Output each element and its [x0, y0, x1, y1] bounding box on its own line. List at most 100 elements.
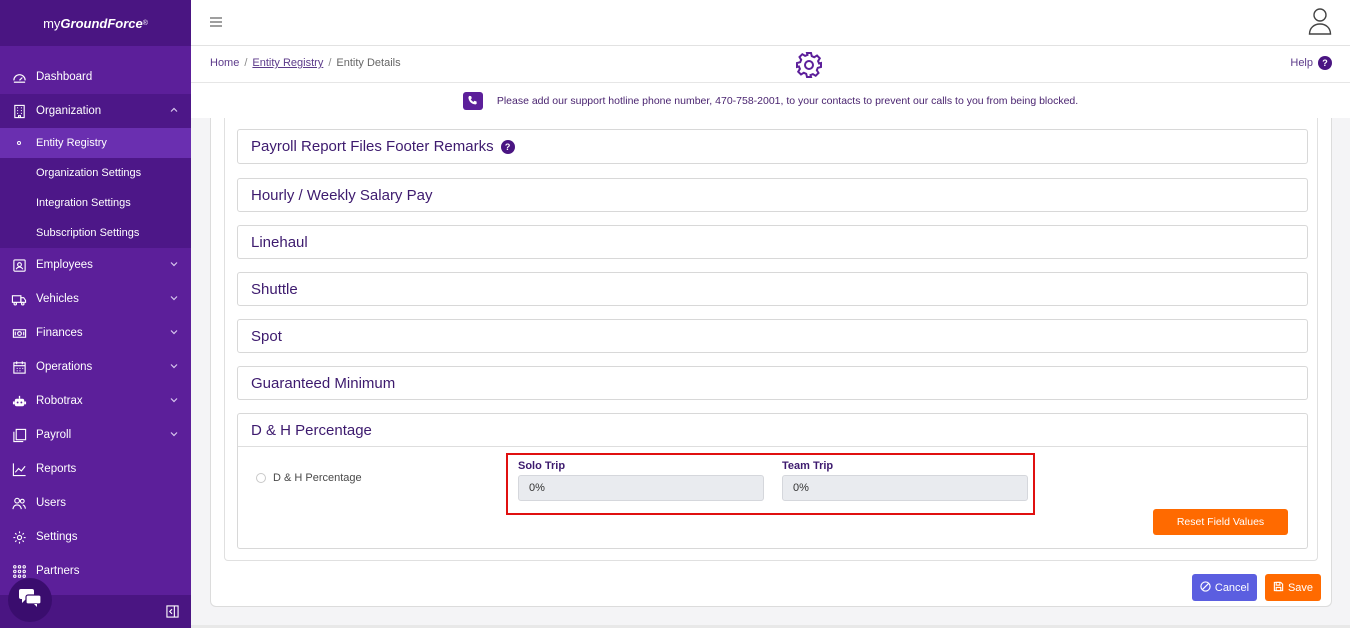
sidebar-item-label: Payroll	[36, 429, 72, 441]
sidebar-item-label: Robotrax	[36, 395, 83, 407]
breadcrumb-home[interactable]: Home	[210, 57, 239, 69]
robot-icon	[11, 393, 27, 409]
dashboard-icon	[11, 69, 27, 85]
cancel-label: Cancel	[1214, 581, 1250, 594]
logo-brand: GroundForce	[60, 15, 143, 31]
section-linehaul[interactable]: Linehaul	[237, 225, 1308, 259]
breadcrumb-entity-registry[interactable]: Entity Registry	[252, 57, 323, 69]
sidebar-item-robotrax[interactable]: Robotrax	[0, 384, 191, 418]
dh-percentage-option[interactable]: D & H Percentage	[256, 472, 362, 484]
calendar-icon	[11, 359, 27, 375]
entity-settings-panel: Payroll Report Files Footer Remarks ? Ho…	[224, 118, 1318, 561]
sidebar-item-settings[interactable]: Settings	[0, 520, 191, 554]
chevron-down-icon	[169, 327, 179, 340]
dh-percentage-radio-label: D & H Percentage	[273, 472, 362, 484]
support-notice: Please add our support hotline phone num…	[191, 83, 1350, 118]
menu-icon[interactable]	[210, 14, 222, 31]
chevron-down-icon	[169, 429, 179, 442]
breadcrumb-bar: Home / Entity Registry / Entity Details Help…	[191, 46, 1350, 83]
chat-widget-button[interactable]	[8, 578, 52, 622]
highlight-annotation-box: Solo Trip 0% Team Trip 0%	[506, 453, 1035, 515]
section-guaranteed-minimum[interactable]: Guaranteed Minimum	[237, 366, 1308, 400]
sidebar-subitem-organization-settings[interactable]: Organization Settings	[0, 158, 191, 188]
help-icon[interactable]: ?	[500, 139, 515, 154]
sidebar-item-organization[interactable]: Organization	[0, 94, 191, 128]
section-payroll-footer-remarks[interactable]: Payroll Report Files Footer Remarks ?	[237, 129, 1308, 164]
section-title-text: Payroll Report Files Footer Remarks	[251, 138, 494, 155]
app-logo[interactable]: my GroundForce ®	[0, 0, 191, 46]
money-icon	[11, 325, 27, 341]
save-button[interactable]: Save	[1265, 574, 1321, 601]
sidebar-item-employees[interactable]: Employees	[0, 248, 191, 282]
chevron-up-icon	[169, 105, 179, 118]
sidebar-item-label: Partners	[36, 565, 80, 577]
section-title: Payroll Report Files Footer Remarks ?	[251, 138, 515, 155]
section-spot[interactable]: Spot	[237, 319, 1308, 353]
chevron-down-icon	[169, 395, 179, 408]
sidebar-item-label: Settings	[36, 531, 78, 543]
user-profile-icon[interactable]	[1308, 7, 1332, 40]
reset-field-values-button[interactable]: Reset Field Values	[1153, 509, 1288, 535]
sidebar-subitem-subscription-settings[interactable]: Subscription Settings	[0, 218, 191, 248]
copy-icon	[11, 427, 27, 443]
help-link[interactable]: Help ?	[1290, 56, 1332, 70]
section-hourly-weekly-salary[interactable]: Hourly / Weekly Salary Pay	[237, 178, 1308, 212]
section-shuttle[interactable]: Shuttle	[237, 272, 1308, 306]
building-icon	[11, 103, 27, 119]
sidebar: my GroundForce ® Dashboard Organization En…	[0, 0, 191, 628]
sidebar-item-label: Finances	[36, 327, 83, 339]
truck-icon	[11, 291, 27, 307]
sidebar-item-reports[interactable]: Reports	[0, 452, 191, 486]
users-icon	[11, 495, 27, 511]
section-dh-percentage: D & H Percentage D & H Percentage Solo T…	[237, 413, 1308, 549]
team-trip-input[interactable]: 0%	[782, 475, 1028, 501]
dh-percentage-radio[interactable]	[256, 473, 266, 483]
breadcrumb-separator: /	[328, 57, 332, 69]
gear-icon	[11, 529, 27, 545]
sidebar-item-label: Operations	[36, 361, 93, 373]
breadcrumb-separator: /	[244, 57, 248, 69]
breadcrumb-current: Entity Details	[336, 57, 401, 69]
sidebar-item-label: Users	[36, 497, 67, 509]
section-title: Linehaul	[251, 234, 308, 251]
sidebar-subitem-label: Integration Settings	[36, 197, 131, 209]
help-label: Help	[1290, 57, 1313, 69]
section-title: Spot	[251, 328, 282, 345]
sidebar-item-label: Reports	[36, 463, 77, 475]
sidebar-item-label: Employees	[36, 259, 93, 271]
sidebar-item-users[interactable]: Users	[0, 486, 191, 520]
sidebar-subitem-integration-settings[interactable]: Integration Settings	[0, 188, 191, 218]
sidebar-item-label: Dashboard	[36, 71, 93, 83]
notice-text: Please add our support hotline phone num…	[496, 94, 1079, 107]
section-title: Hourly / Weekly Salary Pay	[251, 187, 433, 204]
sidebar-subitem-label: Subscription Settings	[36, 227, 140, 239]
save-label: Save	[1287, 581, 1314, 594]
cancel-button[interactable]: Cancel	[1192, 574, 1257, 601]
settings-gear-icon[interactable]	[794, 50, 824, 85]
sidebar-item-label: Organization	[36, 105, 102, 117]
section-title: Shuttle	[251, 281, 298, 298]
sidebar-item-operations[interactable]: Operations	[0, 350, 191, 384]
section-title[interactable]: D & H Percentage	[251, 422, 372, 439]
sidebar-subitem-entity-registry[interactable]: Entity Registry	[0, 128, 191, 158]
help-icon: ?	[1318, 56, 1332, 70]
entity-details-card: Payroll Report Files Footer Remarks ? Ho…	[210, 118, 1332, 607]
sidebar-nav: Dashboard Organization Entity Registry O…	[0, 46, 191, 588]
sidebar-item-dashboard[interactable]: Dashboard	[0, 60, 191, 94]
sidebar-item-vehicles[interactable]: Vehicles	[0, 282, 191, 316]
sidebar-item-payroll[interactable]: Payroll	[0, 418, 191, 452]
chevron-down-icon	[169, 293, 179, 306]
cancel-icon	[1200, 580, 1211, 595]
id-card-icon	[11, 257, 27, 273]
sidebar-item-label: Vehicles	[36, 293, 79, 305]
chart-line-icon	[11, 461, 27, 477]
chevron-down-icon	[169, 361, 179, 374]
phone-icon	[462, 91, 483, 110]
grid-icon	[11, 563, 27, 579]
sidebar-item-finances[interactable]: Finances	[0, 316, 191, 350]
collapse-sidebar-icon[interactable]	[166, 605, 179, 623]
solo-trip-input[interactable]: 0%	[518, 475, 764, 501]
chevron-down-icon	[169, 259, 179, 272]
bullet-icon	[17, 141, 21, 145]
chat-icon	[18, 588, 42, 613]
